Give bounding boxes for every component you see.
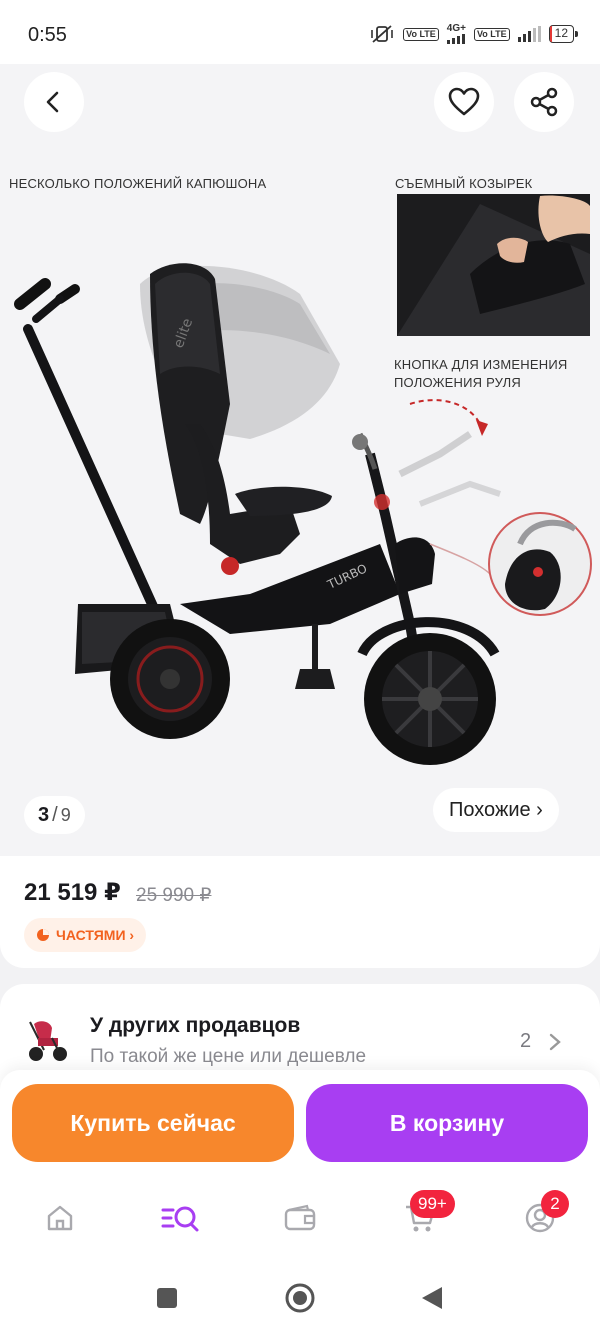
status-icons: Vo LTE 4G+ Vo LTE 12	[369, 24, 579, 44]
nav-home[interactable]	[38, 1196, 82, 1240]
home-icon	[47, 1205, 73, 1231]
purchase-action-bar: Купить сейчас В корзину	[0, 1070, 600, 1176]
heart-icon	[448, 87, 480, 116]
home-system-button[interactable]	[284, 1282, 316, 1314]
catalog-search-icon	[161, 1206, 199, 1232]
chevron-left-icon	[46, 91, 59, 113]
square-icon	[157, 1288, 177, 1308]
status-time: 0:55	[28, 24, 67, 46]
triangle-back-icon	[422, 1287, 442, 1309]
battery-level: 12	[554, 26, 568, 40]
wallet-icon	[284, 1204, 316, 1231]
back-system-button[interactable]	[416, 1282, 448, 1314]
seller-product-thumbnail	[22, 1014, 72, 1064]
signal-2-icon	[517, 26, 541, 42]
old-price: 25 990 ₽	[136, 885, 212, 906]
caption-hood-positions: НЕСКОЛЬКО ПОЛОЖЕНИЙ КАПЮШОНА	[9, 176, 267, 191]
signal-1-icon	[447, 34, 466, 44]
total-pages: 9	[60, 804, 71, 825]
current-page: 3	[38, 803, 50, 826]
android-navigation-bar	[0, 1264, 600, 1332]
favorite-button[interactable]	[434, 72, 494, 132]
cart-count-badge: 99+	[410, 1190, 455, 1218]
nav-wallet[interactable]	[278, 1196, 322, 1240]
add-to-cart-button[interactable]: В корзину	[306, 1084, 588, 1162]
network-indicator: 4G+	[447, 24, 466, 44]
back-button[interactable]	[24, 72, 84, 132]
page-separator: /	[52, 803, 58, 826]
mute-vibrate-icon	[371, 25, 393, 43]
status-bar: 0:55 Vo LTE 4G+ Vo LTE 12	[0, 0, 600, 64]
recents-button[interactable]	[151, 1282, 183, 1314]
installment-label: ЧАСТЯМИ ›	[56, 927, 135, 943]
similar-label: Похожие ›	[449, 798, 543, 821]
share-button[interactable]	[514, 72, 574, 132]
profile-notification-badge: 2	[541, 1190, 569, 1218]
installment-button[interactable]: ЧАСТЯМИ ›	[24, 918, 147, 952]
circle-home-icon	[285, 1283, 315, 1313]
pie-chart-icon	[37, 929, 49, 941]
volte-badge-1: Vo LTE	[403, 27, 439, 41]
current-price: 21 519 ₽	[24, 879, 121, 906]
caption-handlebar-button: КНОПКА ДЛЯ ИЗМЕНЕНИЯ ПОЛОЖЕНИЯ РУЛЯ	[394, 357, 568, 390]
volte-badge-2: Vo LTE	[473, 27, 510, 41]
caption-removable-visor: СЪЕМНЫЙ КОЗЫРЕК	[395, 176, 533, 191]
price-card: 21 519 ₽ 25 990 ₽ ЧАСТЯМИ ›	[0, 856, 600, 968]
buy-now-button[interactable]: Купить сейчас	[12, 1084, 294, 1162]
network-type: 4G+	[446, 23, 466, 34]
other-sellers-count: 2	[520, 1030, 532, 1052]
product-image: elite TURBO	[14, 194, 592, 765]
product-gallery[interactable]: elite TURBO НЕСКОЛЬКО ПОЛОЖЕНИЙ КАПЮШОНА…	[0, 64, 600, 856]
battery-icon: 12	[548, 25, 579, 43]
chevron-right-icon	[549, 1033, 561, 1051]
nav-catalog[interactable]	[158, 1196, 202, 1240]
gallery-page-indicator: 3 / 9	[24, 796, 85, 834]
other-sellers-subtitle: По такой же цене или дешевле	[90, 1046, 367, 1067]
similar-products-button[interactable]: Похожие ›	[433, 788, 559, 832]
bottom-navigation: 99+ 2	[0, 1176, 600, 1264]
share-icon	[530, 87, 558, 117]
other-sellers-title: У других продавцов	[90, 1014, 301, 1037]
